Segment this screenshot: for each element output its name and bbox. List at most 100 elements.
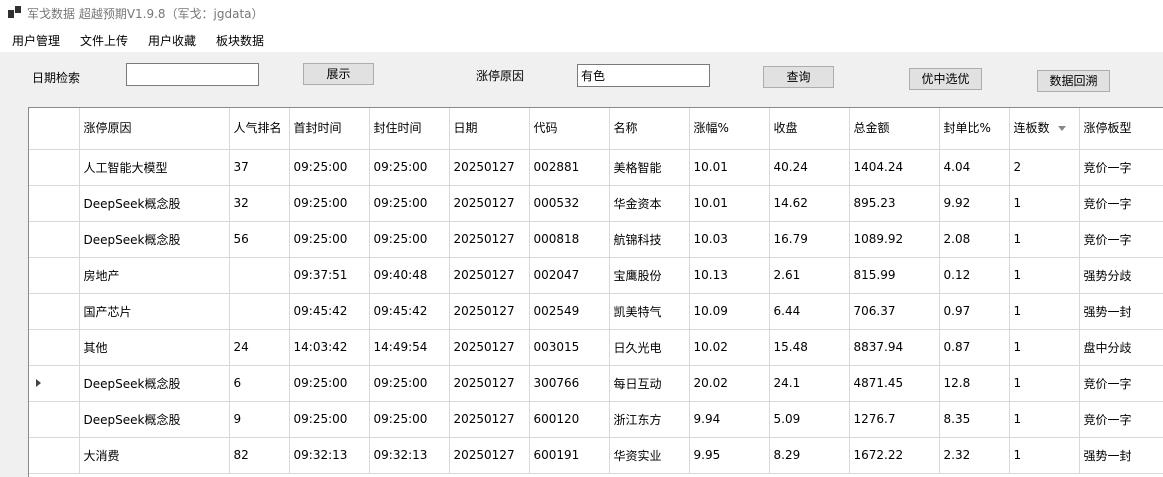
table-cell[interactable]: 10.09	[689, 293, 770, 330]
table-row[interactable]: 人工智能大模型 37 09:25:00 09:25:00 20250127 002881 美…	[29, 149, 1163, 186]
table-cell[interactable]: 9.94	[689, 401, 770, 438]
table-cell[interactable]: 1	[1009, 365, 1080, 402]
table-cell[interactable]: 竞价一字	[1079, 185, 1163, 222]
table-cell[interactable]: 华金资本	[609, 185, 690, 222]
menu-sector-data[interactable]: 板块数据	[216, 32, 264, 49]
row-header[interactable]	[29, 329, 80, 366]
table-cell[interactable]: 9	[229, 401, 290, 438]
table-cell[interactable]: 竞价一字	[1079, 221, 1163, 258]
table-cell[interactable]: 强势分歧	[1079, 257, 1163, 294]
table-row[interactable]: DeepSeek概念股 9 09:25:00 09:25:00 20250127 6001…	[29, 401, 1163, 438]
table-cell[interactable]: 5.09	[769, 401, 850, 438]
table-cell[interactable]: 8837.94	[849, 329, 940, 366]
table-cell[interactable]: 24	[229, 329, 290, 366]
table-cell[interactable]: 09:25:00	[289, 221, 370, 258]
table-cell[interactable]: 14:49:54	[369, 329, 450, 366]
table-cell[interactable]: 10.01	[689, 149, 770, 186]
table-cell[interactable]: 1	[1009, 437, 1080, 474]
table-cell[interactable]: 4.04	[939, 149, 1010, 186]
table-cell[interactable]: 浙江东方	[609, 401, 690, 438]
table-cell[interactable]: 82	[229, 437, 290, 474]
table-cell[interactable]: 宝鹰股份	[609, 257, 690, 294]
table-cell[interactable]: 20250127	[449, 437, 530, 474]
table-cell[interactable]: 14.62	[769, 185, 850, 222]
table-cell[interactable]: 000532	[529, 185, 610, 222]
table-cell[interactable]: 09:40:48	[369, 257, 450, 294]
table-cell[interactable]: 003015	[529, 329, 610, 366]
table-cell[interactable]: 1	[1009, 257, 1080, 294]
table-row[interactable]: DeepSeek概念股 32 09:25:00 09:25:00 20250127 000…	[29, 185, 1163, 222]
table-cell[interactable]: 09:25:00	[369, 149, 450, 186]
table-cell[interactable]: 1404.24	[849, 149, 940, 186]
table-cell[interactable]: 14:03:42	[289, 329, 370, 366]
date-search-input[interactable]	[126, 63, 259, 86]
table-cell[interactable]: 竞价一字	[1079, 401, 1163, 438]
table-cell[interactable]: 09:25:00	[289, 401, 370, 438]
table-cell[interactable]: DeepSeek概念股	[79, 185, 230, 222]
table-cell[interactable]: 40.24	[769, 149, 850, 186]
table-cell[interactable]: 20250127	[449, 149, 530, 186]
table-cell[interactable]: 09:25:00	[369, 185, 450, 222]
table-cell[interactable]: 20250127	[449, 185, 530, 222]
show-button[interactable]: 展示	[303, 63, 374, 85]
table-cell[interactable]: 大消费	[79, 437, 230, 474]
table-cell[interactable]: 美格智能	[609, 149, 690, 186]
table-cell[interactable]: 10.02	[689, 329, 770, 366]
table-cell[interactable]: 09:37:51	[289, 257, 370, 294]
table-cell[interactable]: 2.32	[939, 437, 1010, 474]
table-cell[interactable]: 6.44	[769, 293, 850, 330]
table-cell[interactable]: 56	[229, 221, 290, 258]
table-cell[interactable]: 人工智能大模型	[79, 149, 230, 186]
table-cell[interactable]: 0.12	[939, 257, 1010, 294]
table-cell[interactable]: 竞价一字	[1079, 365, 1163, 402]
table-cell[interactable]: 竞价一字	[1079, 149, 1163, 186]
table-cell[interactable]: DeepSeek概念股	[79, 401, 230, 438]
table-cell[interactable]: 1	[1009, 329, 1080, 366]
table-cell[interactable]: 8.35	[939, 401, 1010, 438]
table-cell[interactable]: 895.23	[849, 185, 940, 222]
select-best-button[interactable]: 优中选优	[909, 68, 982, 90]
table-row[interactable]: 其他 24 14:03:42 14:49:54 20250127 003015 日久光电 10…	[29, 329, 1163, 366]
reason-input[interactable]	[577, 64, 710, 87]
table-cell[interactable]: 航锦科技	[609, 221, 690, 258]
sort-descending-icon[interactable]	[1057, 125, 1066, 131]
table-cell[interactable]: 09:32:13	[289, 437, 370, 474]
table-cell[interactable]: 09:45:42	[369, 293, 450, 330]
column-header-consecutive-boards[interactable]: 连板数	[1009, 108, 1080, 150]
data-backtrack-button[interactable]: 数据回溯	[1037, 70, 1110, 92]
table-cell[interactable]: 盘中分歧	[1079, 329, 1163, 366]
table-cell[interactable]: DeepSeek概念股	[79, 221, 230, 258]
table-cell[interactable]: 600191	[529, 437, 610, 474]
table-cell[interactable]: 20250127	[449, 293, 530, 330]
column-header-date[interactable]: 日期	[449, 108, 530, 150]
table-cell[interactable]: 1	[1009, 221, 1080, 258]
table-cell[interactable]: 815.99	[849, 257, 940, 294]
table-cell[interactable]: 9.92	[939, 185, 1010, 222]
table-cell[interactable]: 2	[1009, 149, 1080, 186]
table-cell[interactable]: 10.13	[689, 257, 770, 294]
table-cell[interactable]: 每日互动	[609, 365, 690, 402]
menu-file-upload[interactable]: 文件上传	[80, 32, 128, 49]
table-cell[interactable]: 10.01	[689, 185, 770, 222]
data-grid[interactable]: 涨停原因 人气排名 首封时间 封住时间 日期 代码 名称 涨幅% 收盘 总金额 封单比% 连板数 涨停板…	[28, 107, 1163, 477]
column-header-limit-type[interactable]: 涨停板型	[1079, 108, 1163, 150]
column-header-close[interactable]: 收盘	[769, 108, 850, 150]
table-cell[interactable]: 9.95	[689, 437, 770, 474]
table-cell[interactable]: 10.03	[689, 221, 770, 258]
table-cell[interactable]: 1	[1009, 293, 1080, 330]
table-cell[interactable]: 8.29	[769, 437, 850, 474]
table-cell[interactable]: 09:25:00	[289, 149, 370, 186]
table-cell[interactable]: 2.08	[939, 221, 1010, 258]
table-cell[interactable]: 1	[1009, 401, 1080, 438]
table-cell[interactable]: 09:25:00	[289, 185, 370, 222]
row-header[interactable]	[29, 401, 80, 438]
table-cell[interactable]: 强势一封	[1079, 293, 1163, 330]
table-cell[interactable]: 09:45:42	[289, 293, 370, 330]
table-cell[interactable]: 37	[229, 149, 290, 186]
table-cell[interactable]: 其他	[79, 329, 230, 366]
table-cell[interactable]: 002549	[529, 293, 610, 330]
table-cell[interactable]: 1276.7	[849, 401, 940, 438]
row-header[interactable]	[29, 257, 80, 294]
menu-user-favorites[interactable]: 用户收藏	[148, 32, 196, 49]
table-row[interactable]: DeepSeek概念股 6 09:25:00 09:25:00 20250127 3007…	[29, 365, 1163, 402]
